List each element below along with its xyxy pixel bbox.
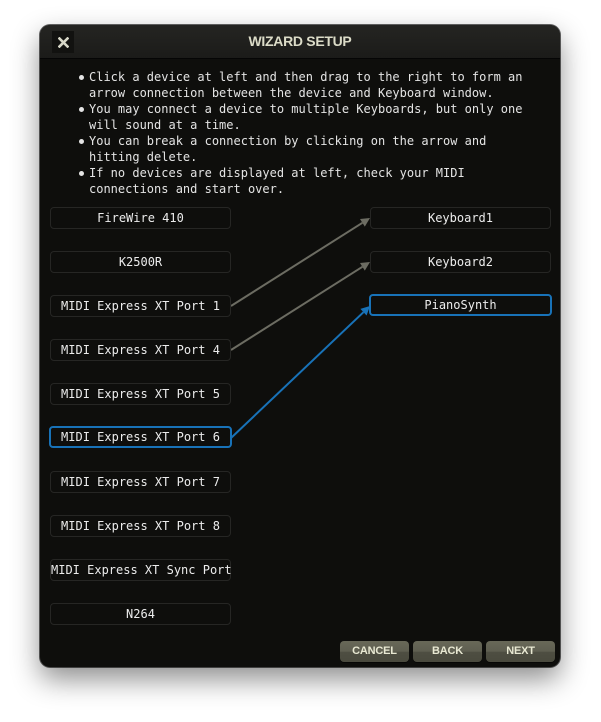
connection-arrow-line[interactable] [230,265,363,351]
device-midi-express-port-4[interactable]: MIDI Express XT Port 4 [50,339,231,361]
keyboard-pianosynth[interactable]: PianoSynth [369,294,552,316]
instruction-item: Click a device at left and then drag to … [78,69,538,101]
device-n264[interactable]: N264 [50,603,231,625]
connection-arrow-line[interactable] [230,311,365,439]
instructions-list: Click a device at left and then drag to … [78,69,538,197]
next-button[interactable]: NEXT [486,641,555,662]
keyboard-keyboard2[interactable]: Keyboard2 [370,251,551,273]
connection-arrow-line[interactable] [230,221,363,307]
wizard-setup-window: WIZARD SETUP Click a device at left and … [40,25,560,667]
title-bar: WIZARD SETUP [40,25,560,59]
device-firewire-410[interactable]: FireWire 410 [50,207,231,229]
instruction-item: You may connect a device to multiple Key… [78,101,538,133]
device-midi-express-sync-port[interactable]: MIDI Express XT Sync Port [50,559,232,581]
cancel-button[interactable]: CANCEL [340,641,409,662]
device-midi-express-port-6[interactable]: MIDI Express XT Port 6 [49,426,232,448]
keyboard-keyboard1[interactable]: Keyboard1 [370,207,551,229]
instruction-item: You can break a connection by clicking o… [78,133,538,165]
device-midi-express-port-1[interactable]: MIDI Express XT Port 1 [50,295,231,317]
device-midi-express-port-7[interactable]: MIDI Express XT Port 7 [50,471,231,493]
device-midi-express-port-8[interactable]: MIDI Express XT Port 8 [50,515,231,537]
window-title: WIZARD SETUP [248,33,352,49]
device-k2500r[interactable]: K2500R [50,251,231,273]
device-midi-express-port-5[interactable]: MIDI Express XT Port 5 [50,383,231,405]
back-button[interactable]: BACK [413,641,482,662]
instruction-item: If no devices are displayed at left, che… [78,165,538,197]
